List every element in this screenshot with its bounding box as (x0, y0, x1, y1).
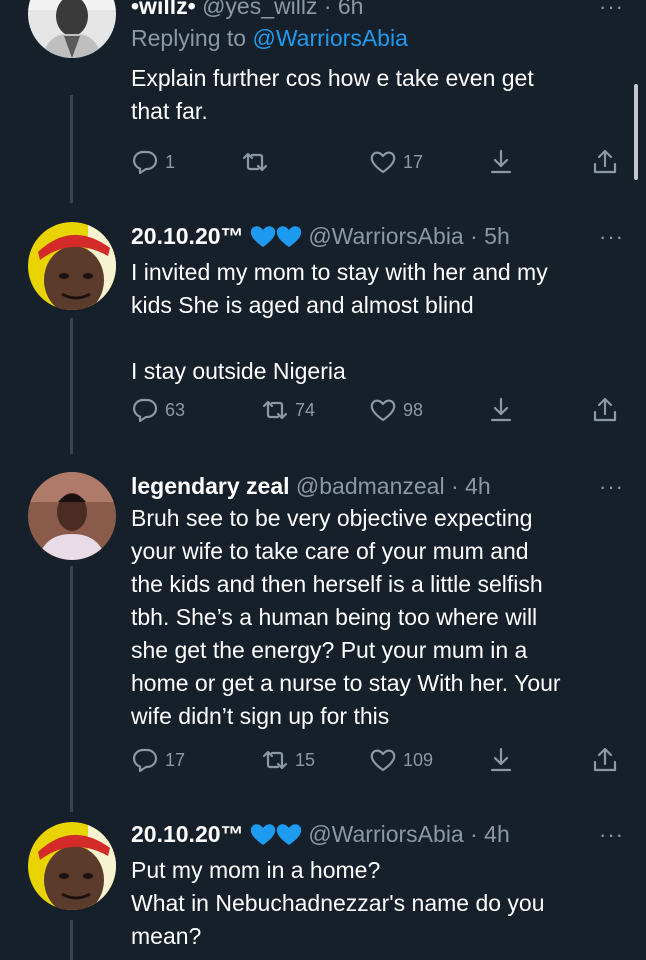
retweet-button[interactable]: 15 (261, 746, 315, 774)
user-handle[interactable]: @badmanzeal (296, 473, 445, 499)
share-button[interactable] (591, 148, 619, 176)
reply-count: 1 (165, 151, 176, 172)
more-options-icon[interactable]: ··· (599, 226, 624, 248)
tweet-actions: 1 17 (131, 148, 621, 178)
avatar[interactable] (28, 472, 116, 560)
tweet[interactable]: legendary zeal @badmanzeal · 4h ··· Bruh… (0, 462, 646, 782)
man-red-cap-icon (28, 222, 116, 310)
more-options-icon[interactable]: ··· (599, 824, 624, 846)
timestamp[interactable]: · 5h (470, 223, 510, 249)
tweet-text-line: your wife to take care of your mum and (131, 538, 529, 564)
bookmark-button[interactable] (487, 148, 515, 176)
share-button[interactable] (591, 396, 619, 424)
person-photo-icon (28, 0, 116, 58)
share-icon (593, 747, 617, 772)
download-icon (490, 149, 512, 174)
man-red-cap-icon (28, 822, 116, 910)
retweet-icon (242, 152, 268, 172)
tweet-text-line: Put my mom in a home? (131, 857, 381, 883)
retweet-button[interactable]: 74 (261, 396, 315, 424)
blue-heart-icon (250, 224, 276, 254)
tweet-text: Put my mom in a home? What in Nebuchadne… (131, 854, 624, 953)
like-button[interactable]: 98 (369, 396, 423, 424)
tweet-text-line: tbh. She’s a human being too where will (131, 604, 538, 630)
heart-icon (370, 399, 396, 422)
tweet-text-line: mean? (131, 923, 202, 949)
reply-count: 63 (165, 399, 186, 420)
like-count: 17 (403, 151, 424, 172)
reply-icon (132, 150, 158, 175)
user-handle[interactable]: @yes_willz (202, 0, 317, 19)
timestamp[interactable]: · 6h (324, 0, 364, 19)
avatar[interactable] (28, 822, 116, 910)
scrollbar[interactable] (634, 84, 638, 180)
replying-prefix: Replying to (131, 25, 247, 51)
like-button[interactable]: 17 (369, 148, 423, 176)
tweet-text-line: she get the energy? Put your mum in a (131, 637, 528, 663)
reply-icon (132, 748, 158, 773)
share-icon (593, 149, 617, 174)
tweet-text-line: kids She is aged and almost blind (131, 292, 474, 318)
timestamp[interactable]: · 4h (451, 473, 491, 499)
tweet-actions: 63 74 98 (131, 396, 621, 426)
tweet[interactable]: 20.10.20™ @WarriorsAbia · 4h ··· Put my … (0, 810, 646, 960)
retweet-button[interactable] (241, 148, 275, 176)
retweet-count: 74 (295, 399, 316, 420)
more-options-icon[interactable]: ··· (599, 476, 624, 498)
reply-icon (132, 398, 158, 423)
tweet-text-line: Bruh see to be very objective expecting (131, 505, 533, 531)
tweet-header: legendary zeal @badmanzeal · 4h ··· (131, 472, 624, 500)
share-icon (593, 397, 617, 422)
tweet-header: •willz• @yes_willz · 6h ··· (131, 0, 624, 20)
download-icon (490, 397, 512, 422)
like-count: 98 (403, 399, 424, 420)
tweet-text: Explain further cos how e take even get … (131, 62, 624, 128)
blue-heart-icon (250, 822, 276, 852)
display-name[interactable]: legendary zeal (131, 473, 290, 499)
tweet-header: 20.10.20™ @WarriorsAbia · 5h ··· (131, 222, 624, 254)
blue-heart-icon (276, 224, 302, 254)
display-name[interactable]: 20.10.20™ (131, 223, 244, 249)
retweet-icon (262, 400, 288, 420)
tweet-text-line: that far. (131, 98, 208, 124)
retweet-count: 15 (295, 749, 316, 770)
like-button[interactable]: 109 (369, 746, 433, 774)
retweet-icon (262, 750, 288, 770)
like-count: 109 (403, 749, 434, 770)
tweet-text-line (131, 322, 624, 355)
more-options-icon[interactable]: ··· (599, 0, 624, 18)
avatar[interactable] (28, 222, 116, 310)
tweet-text: Bruh see to be very objective expecting … (131, 502, 624, 733)
timestamp[interactable]: · 4h (470, 821, 510, 847)
blue-heart-icon (276, 822, 302, 852)
tweet-text: I invited my mom to stay with her and my… (131, 256, 624, 388)
tweet-text-line: wife didn’t sign up for this (131, 703, 390, 729)
tweet-text-line: I stay outside Nigeria (131, 358, 346, 384)
display-name[interactable]: 20.10.20™ (131, 821, 244, 847)
bookmark-button[interactable] (487, 396, 515, 424)
person-photo-icon (28, 472, 116, 560)
heart-icon (370, 749, 396, 772)
reply-count: 17 (165, 749, 186, 770)
avatar[interactable] (28, 0, 116, 58)
user-handle[interactable]: @WarriorsAbia (308, 821, 463, 847)
tweet-header: 20.10.20™ @WarriorsAbia · 4h ··· (131, 820, 624, 852)
user-handle[interactable]: @WarriorsAbia (308, 223, 463, 249)
bookmark-button[interactable] (487, 746, 515, 774)
display-name[interactable]: •willz• (131, 0, 196, 19)
reply-button[interactable]: 63 (131, 396, 185, 424)
heart-icon (370, 151, 396, 174)
reply-button[interactable]: 1 (131, 148, 175, 176)
download-icon (490, 747, 512, 772)
replying-to: Replying to @WarriorsAbia (131, 24, 624, 52)
share-button[interactable] (591, 746, 619, 774)
tweet-text-line: What in Nebuchadnezzar's name do you (131, 890, 545, 916)
tweet-text-line: home or get a nurse to stay With her. Yo… (131, 670, 561, 696)
reply-button[interactable]: 17 (131, 746, 185, 774)
tweet-actions: 17 15 109 (131, 746, 621, 776)
replying-handle-link[interactable]: @WarriorsAbia (252, 25, 407, 51)
tweet-text-line: I invited my mom to stay with her and my (131, 259, 548, 285)
tweet-text-line: the kids and then herself is a little se… (131, 571, 543, 597)
tweet-text-line: Explain further cos how e take even get (131, 65, 534, 91)
